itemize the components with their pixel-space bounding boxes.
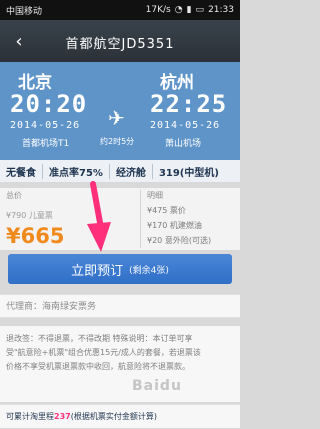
page-title: 首都航空JD5351 [65,37,175,52]
original-price-row: ¥790 儿童票 [6,210,53,221]
tag-meal: 无餐食 [0,163,43,179]
notes-line-3: 价格不享受机票退票款中收回，航意险将不退票款。 [6,362,190,371]
miles-text-after: (根据机票实付金额计算) [70,412,157,421]
battery-icon: ▭ [195,5,205,15]
arrival-date: 2014-05-26 [150,120,221,131]
original-price: ¥790 [6,211,27,220]
insurance-row: ¥20 意外险(可选) [147,235,236,246]
flight-tags: 无餐食 准点率75% 经济舱 319(中型机) [0,160,240,182]
fee-price: ¥170 [147,221,168,230]
departure-date: 2014-05-26 [10,120,81,131]
fee-label: 机建燃油 [169,221,202,230]
back-button[interactable]: ‹ [8,30,30,52]
tag-on-time-rate: 准点率75% [43,163,110,179]
ticket-price: ¥475 [147,206,168,215]
price-details: 明细 ¥475 票价 ¥170 机建燃油 ¥20 意外险(可选) [140,190,236,248]
ticket-label: 票价 [169,206,186,215]
airplane-icon: ✈ [108,106,125,130]
miles-info: 可累计淘里程237(根据机票实付金额计算) [0,404,240,428]
miles-value: 237 [54,412,71,421]
ticket-row: ¥475 票价 [147,205,236,216]
network-speed: 17K/s [145,5,171,15]
tag-cabin-class: 经济舱 [110,163,153,179]
baidu-watermark: Baidu [132,378,182,394]
carrier-name: 中国移动 [6,6,43,17]
flight-duration: 约2时5分 [100,137,135,146]
flight-summary: 北京 杭州 20:20 22:25 2014-05-26 2014-05-26 … [0,62,240,160]
child-ticket-label: 儿童票 [28,211,53,220]
insurance-label: 意外险(可选) [164,236,212,245]
arrival-time: 22:25 [150,90,228,118]
fee-row: ¥170 机建燃油 [147,220,236,231]
insurance-price: ¥20 [147,236,163,245]
departure-airport: 首都机场T1 [22,139,70,149]
annotation-arrow-icon [87,181,111,252]
notes-line-1: 退改签：不得退票，不得改期 特殊说明：本订单可享 [6,334,193,343]
notes-line-2: 受"航意险+机票"组合优惠15元/成人的套餐，若退票该 [6,348,201,357]
price-section: 总价 ¥790 儿童票 ¥665 明细 ¥475 票价 ¥170 机建燃油 ¥2… [0,188,240,250]
details-label: 明细 [147,191,163,200]
wifi-icon: ◔ [174,5,183,15]
chevron-left-icon: ‹ [15,30,23,52]
status-right: 17K/s ◔ ▮ ▭ 21:33 [146,5,234,15]
tag-aircraft: 319(中型机) [158,167,219,179]
status-time: 21:33 [208,5,234,15]
agent-info: 代理商：海南绿安票务 [0,294,240,318]
remaining-seats: (剩余4张) [129,265,169,276]
arrival-airport: 萧山机场 [165,139,202,149]
status-bar: 中国移动 17K/s ◔ ▮ ▭ 21:33 [0,0,240,20]
book-now-button[interactable]: 立即预订 (剩余4张) [8,254,232,284]
miles-text-before: 可累计淘里程 [6,412,54,421]
book-now-label: 立即预订 [71,263,124,279]
current-price: ¥665 [6,224,65,248]
app-header: ‹ 首都航空JD5351 [0,20,240,62]
departure-time: 20:20 [10,90,88,118]
signal-icon: ▮ [186,5,192,15]
